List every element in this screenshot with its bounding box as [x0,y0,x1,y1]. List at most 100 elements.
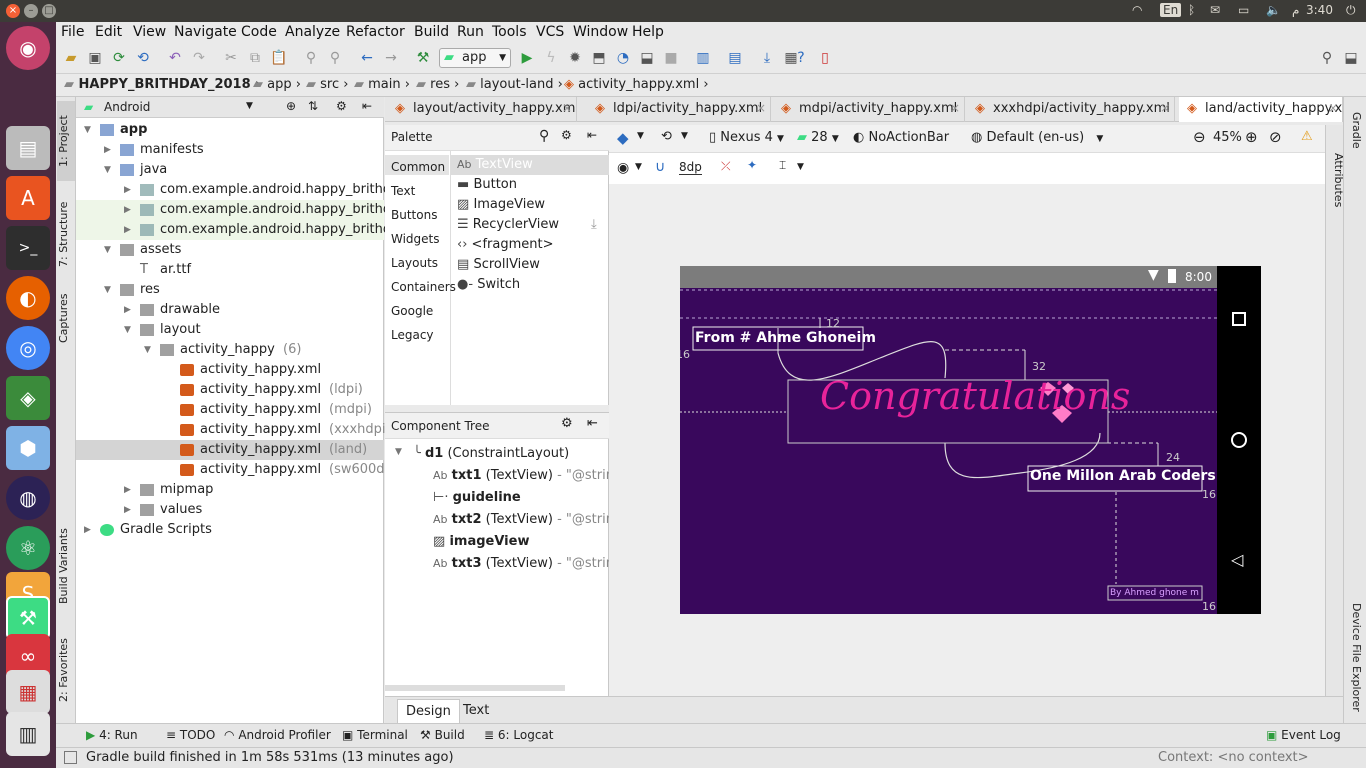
project-tree-item[interactable]: activity_happy.xml (land) [76,440,384,460]
chevron-down-icon[interactable]: ▼ [797,162,804,172]
keyboard-layout-indicator[interactable]: En [1160,3,1182,17]
recents-button-icon[interactable] [1232,312,1246,326]
project-tree-item[interactable]: ▶ Gradle Scripts [76,520,384,540]
copy-icon[interactable]: ⧉ [246,49,264,67]
collapse-icon[interactable]: ⇅ [308,99,318,113]
sdk-manager-icon[interactable]: ⤓ [758,49,776,67]
back-icon[interactable]: ← [358,49,376,67]
palette-category-buttons[interactable]: Buttons [391,208,437,222]
make-project-icon[interactable]: ⚒ [414,49,432,67]
palette-category-containers[interactable]: Containers [391,280,456,294]
project-tree-item[interactable]: ▼ app [76,120,384,140]
files-icon[interactable]: ▤ [6,126,50,170]
project-tree-item[interactable]: ▼ assets [76,240,384,260]
clear-constraints-icon[interactable]: ⤫ [721,159,731,174]
collapsed-arrow-icon[interactable]: ▶ [124,300,131,320]
redo-icon[interactable]: ↷ [190,49,208,67]
palette-item-button[interactable]: ▬ Button [457,177,517,192]
run-icon[interactable]: ▶ [518,49,536,67]
expanded-arrow-icon[interactable]: ▼ [124,320,131,340]
tab-structure[interactable]: 7: Structure [57,189,75,279]
window-maximize-button[interactable]: □ [42,4,56,18]
tool-event-log[interactable]: ▣ Event Log [1266,728,1341,742]
project-tree-item[interactable]: activity_happy.xml (xxxhdpi) [76,420,391,440]
palette-category-layouts[interactable]: Layouts [391,256,438,270]
palette-category-widgets[interactable]: Widgets [391,232,440,246]
palette-category-google[interactable]: Google [391,304,433,318]
expanded-arrow-icon[interactable]: ▼ [104,160,111,180]
chevron-down-icon[interactable]: ▼ [246,101,253,111]
ubuntu-dash-icon[interactable]: ◉ [6,26,50,70]
editor-tab-xxxhdpi[interactable]: ◈ xxxhdpi/activity_happy.xml × [967,97,1175,122]
magnet-icon[interactable]: ∪ [655,159,665,175]
power-icon[interactable]: ⏻ [1346,3,1356,18]
home-button-icon[interactable] [1231,432,1247,448]
battery-icon[interactable]: ▭ [1238,3,1249,17]
warning-icon[interactable]: ⚠ [1301,129,1313,144]
default-margin-select[interactable]: 8dp [679,160,702,175]
collapsed-arrow-icon[interactable]: ▶ [124,480,131,500]
eye-icon[interactable]: ◉ [617,160,629,176]
wifi-icon[interactable]: ◠ [1132,3,1142,17]
search-everywhere-icon[interactable]: ⚲ [1318,49,1336,67]
zoom-fit-icon[interactable]: ⊘ [1269,128,1282,146]
collapsed-arrow-icon[interactable]: ▶ [104,140,111,160]
window-minimize-button[interactable]: – [24,4,38,18]
virtualbox-icon[interactable]: ⬢ [6,426,50,470]
clock[interactable]: 3:40 [1306,3,1333,17]
tab-favorites[interactable]: 2: Favorites [57,629,75,711]
project-tree-item[interactable]: Tar.ttf [76,260,384,280]
guidelines-icon[interactable]: ⌶ [779,158,786,173]
tool-build[interactable]: ⚒ Build [420,728,465,742]
palette-category-text[interactable]: Text [391,184,415,198]
profile-icon[interactable]: ◔ [614,49,632,67]
menu-help[interactable]: Help [632,24,664,40]
project-tree-item[interactable]: activity_happy.xml (sw600dp) [76,460,398,480]
tool-todo[interactable]: ≡ TODO [166,728,215,742]
project-tree-item[interactable]: ▼ layout [76,320,384,340]
panel-splitter[interactable] [385,405,609,412]
apply-changes-icon[interactable]: ϟ [542,49,560,67]
zoom-in-icon[interactable]: ⊕ [1245,128,1258,146]
txt3-textview[interactable]: By Ahmed ghone m [1110,588,1199,598]
menu-analyze[interactable]: Analyze [285,24,340,40]
menu-code[interactable]: Code [241,24,277,40]
update-icon[interactable]: ⬓ [1342,49,1360,67]
palette-item-scrollview[interactable]: ▤ ScrollView [457,257,540,272]
project-tree-item[interactable]: ▶ values [76,500,384,520]
palette-item-imageview[interactable]: ▨ ImageView [457,197,545,212]
hide-icon[interactable]: ⇤ [587,416,598,431]
txt2-textview[interactable]: One Millon Arab Coders [1030,468,1216,484]
palette-item-fragment[interactable]: ‹› <fragment> [457,237,553,252]
tool-run[interactable]: ▶ 4: Run [86,728,138,742]
layers-icon[interactable]: ◆ [617,129,629,147]
help-icon[interactable]: ? [792,49,810,67]
gear-icon[interactable]: ⚙ [336,99,347,113]
infer-constraints-icon[interactable]: ✦ [747,158,757,172]
clock-ampm[interactable]: م [1292,3,1299,17]
project-tree-item[interactable]: ▶ com.example.android.happy_brithday_ [76,220,413,240]
search-icon[interactable]: ⚲ [539,128,549,144]
volume-icon[interactable]: 🔈 [1266,3,1281,17]
component-imageview[interactable]: ▨ imageView [433,534,529,549]
download-icon[interactable]: ⤓ [591,217,597,232]
breadcrumb-project[interactable]: ▰ HAPPY_BRITHDAY_2018 › [64,77,261,92]
project-tree-item[interactable]: ▼ java [76,160,384,180]
chevron-down-icon[interactable]: ▼ [637,131,644,141]
attach-debugger-icon[interactable]: ⬒ [590,49,608,67]
undo-icon[interactable]: ↶ [166,49,184,67]
window-close-button[interactable]: × [6,4,20,18]
editor-tab-mdpi[interactable]: ◈ mdpi/activity_happy.xml × [773,97,965,122]
expanded-arrow-icon[interactable]: ▼ [144,340,151,360]
menu-edit[interactable]: Edit [95,24,122,40]
locate-icon[interactable]: ⊕ [286,99,296,113]
tab-device-file-explorer[interactable]: Device File Explorer [1345,597,1363,717]
close-icon[interactable]: × [1328,97,1338,120]
collapsed-arrow-icon[interactable]: ▶ [124,220,131,240]
horizontal-scrollbar[interactable] [385,685,565,691]
menu-build[interactable]: Build [414,24,449,40]
editor-tab-ldpi[interactable]: ◈ ldpi/activity_happy.xml × [587,97,771,122]
device-file-icon[interactable]: ▯ [816,49,834,67]
eclipse-icon[interactable]: ◍ [6,476,50,520]
breadcrumb-file[interactable]: ◈ activity_happy.xml › [564,77,709,92]
